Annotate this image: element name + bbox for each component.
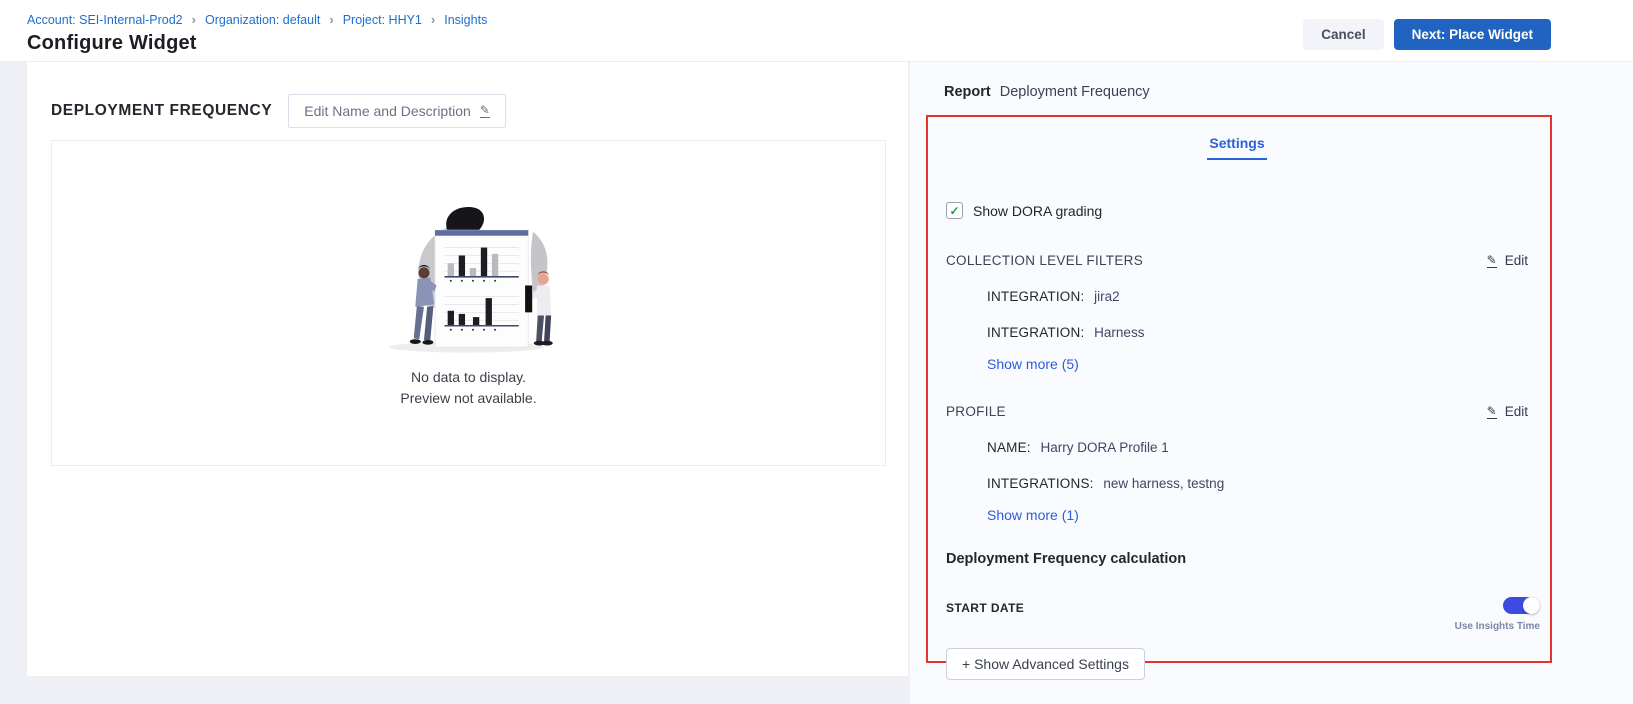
edit-label: Edit [1505, 404, 1528, 419]
pencil-icon: ✎ [1487, 254, 1497, 268]
profile-item-value: Harry DORA Profile 1 [1041, 440, 1169, 455]
settings-highlight-outline: Settings ✓ Show DORA grading COLLECTION … [926, 115, 1552, 663]
start-date-row: START DATE Use Insights Time [946, 597, 1528, 632]
show-advanced-settings-button[interactable]: + Show Advanced Settings [946, 648, 1145, 680]
header-left: Account: SEI-Internal-Prod2 › Organizati… [27, 12, 487, 55]
breadcrumb-chevron-icon: › [192, 12, 196, 27]
show-dora-grading-row: ✓ Show DORA grading [946, 202, 1528, 219]
widget-settings-panel: Report Deployment Frequency Settings ✓ S… [910, 62, 1633, 704]
profile-show-more-link[interactable]: Show more (1) [987, 507, 1079, 523]
profile-item-label: INTEGRATIONS: [987, 476, 1094, 491]
breadcrumb-project-link[interactable]: Project: HHY1 [343, 13, 422, 27]
edit-name-label: Edit Name and Description [304, 103, 471, 119]
header-actions: Cancel Next: Place Widget [1303, 19, 1551, 50]
dora-grading-label: Show DORA grading [973, 203, 1102, 219]
breadcrumb: Account: SEI-Internal-Prod2 › Organizati… [27, 12, 487, 27]
report-value: Deployment Frequency [1000, 84, 1150, 100]
pencil-icon: ✎ [480, 104, 490, 118]
filter-item: INTEGRATION: Harness [987, 325, 1528, 340]
profile-item-value: new harness, testng [1103, 476, 1224, 491]
filter-item: INTEGRATION: jira2 [987, 289, 1528, 304]
breadcrumb-insights-link[interactable]: Insights [444, 13, 487, 27]
profile-item: NAME: Harry DORA Profile 1 [987, 440, 1528, 455]
filter-item-label: INTEGRATION: [987, 289, 1084, 304]
use-insights-time-label: Use Insights Time [1455, 621, 1540, 632]
next-place-widget-button[interactable]: Next: Place Widget [1394, 19, 1551, 50]
empty-state-illustration [378, 197, 560, 355]
edit-label: Edit [1505, 253, 1528, 268]
profile-edit-button[interactable]: ✎ Edit [1487, 404, 1528, 419]
collection-show-more-link[interactable]: Show more (5) [987, 356, 1079, 372]
profile-title: PROFILE [946, 404, 1006, 419]
checkmark-icon: ✓ [949, 204, 959, 218]
collection-filters-title: COLLECTION LEVEL FILTERS [946, 253, 1143, 268]
page-header: Account: SEI-Internal-Prod2 › Organizati… [0, 0, 1633, 62]
calculation-title: Deployment Frequency calculation [946, 551, 1528, 567]
tab-settings[interactable]: Settings [1207, 135, 1266, 160]
widget-preview-panel: DEPLOYMENT FREQUENCY Edit Name and Descr… [27, 62, 908, 676]
edit-name-description-button[interactable]: Edit Name and Description ✎ [288, 94, 506, 128]
dora-grading-checkbox[interactable]: ✓ [946, 202, 963, 219]
collection-filters-edit-button[interactable]: ✎ Edit [1487, 253, 1528, 268]
page-title: Configure Widget [27, 32, 487, 55]
breadcrumb-account-link[interactable]: Account: SEI-Internal-Prod2 [27, 13, 183, 27]
profile-item-label: NAME: [987, 440, 1031, 455]
pencil-icon: ✎ [1487, 405, 1497, 419]
use-insights-time-toggle[interactable] [1503, 597, 1540, 614]
filter-item-label: INTEGRATION: [987, 325, 1084, 340]
cancel-button[interactable]: Cancel [1303, 19, 1383, 50]
tab-bar: Settings [946, 135, 1528, 160]
main-area: DEPLOYMENT FREQUENCY Edit Name and Descr… [0, 62, 1633, 704]
widget-preview-empty-state: No data to display. Preview not availabl… [51, 140, 886, 466]
start-date-label: START DATE [946, 601, 1024, 615]
report-label: Report [944, 84, 991, 100]
no-data-text: No data to display. [400, 367, 536, 388]
filter-item-value: Harness [1094, 325, 1144, 340]
collection-filters-header: COLLECTION LEVEL FILTERS ✎ Edit [946, 253, 1528, 268]
preview-unavailable-text: Preview not available. [400, 388, 536, 409]
breadcrumb-chevron-icon: › [431, 12, 435, 27]
widget-header: DEPLOYMENT FREQUENCY Edit Name and Descr… [51, 94, 884, 128]
breadcrumb-chevron-icon: › [329, 12, 333, 27]
widget-title: DEPLOYMENT FREQUENCY [51, 102, 272, 120]
profile-item: INTEGRATIONS: new harness, testng [987, 476, 1528, 491]
insights-time-toggle-block: Use Insights Time [1455, 597, 1540, 632]
filter-item-value: jira2 [1094, 289, 1120, 304]
toggle-knob [1523, 597, 1540, 614]
report-row: Report Deployment Frequency [910, 62, 1633, 100]
breadcrumb-organization-link[interactable]: Organization: default [205, 13, 320, 27]
profile-header: PROFILE ✎ Edit [946, 404, 1528, 419]
